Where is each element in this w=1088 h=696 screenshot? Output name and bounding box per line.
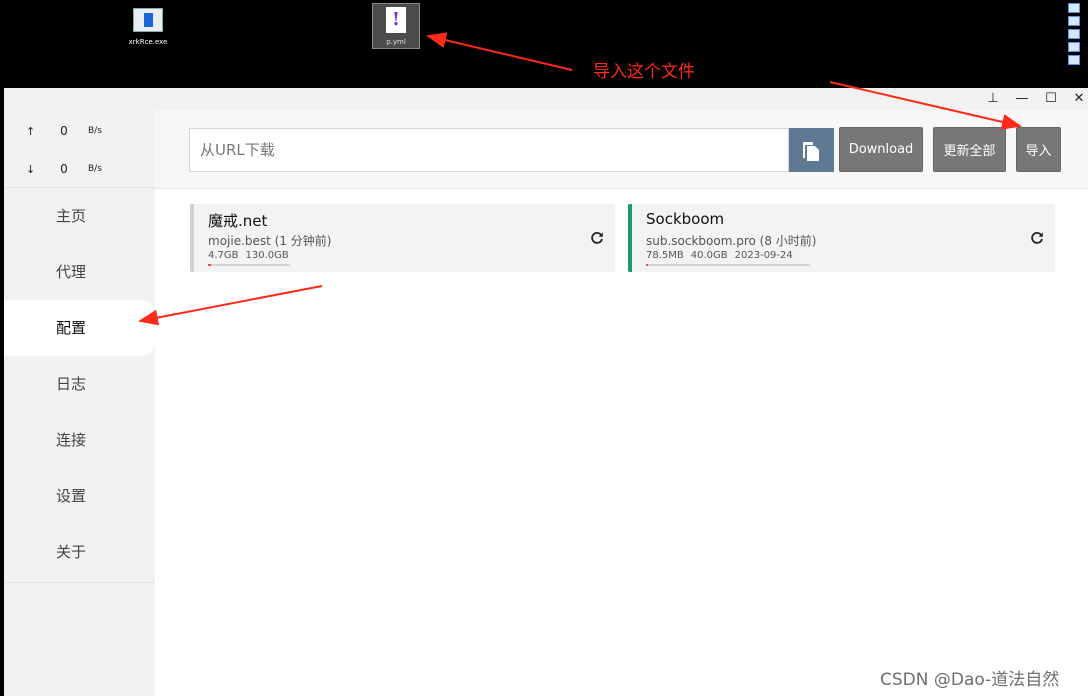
download-value: 0 [60,162,68,176]
taskbar-icons [1062,0,1088,90]
nav-menu: 主页 代理 配置 日志 连接 设置 关于 [4,188,155,580]
nav-item-home[interactable]: 主页 [4,188,155,244]
sidebar: ↑ 0 B/s ↓ 0 B/s 主页 代理 配置 日志 连接 设置 关于 [4,110,155,696]
nav-item-profiles[interactable]: 配置 [4,300,155,356]
profile-used: 78.5MB [646,250,684,261]
nav-item-logs[interactable]: 日志 [4,356,155,412]
exe-file-icon [133,8,163,32]
desktop-background: xrkRce.exe ! p.yml 导入这个文件 [0,0,1088,90]
tray-icon[interactable] [1068,42,1080,52]
pin-icon[interactable]: ⊥ [984,91,1002,107]
nav-item-about[interactable]: 关于 [4,524,155,580]
profile-used: 4.7GB [208,250,239,261]
import-button[interactable]: 导入 [1016,127,1061,172]
usage-bar-fill [208,264,211,266]
profile-expire: 2023-09-24 [734,250,793,261]
app-window: ⊥ — ☐ ✕ ↑ 0 B/s ↓ 0 B/s 主页 代理 配置 日志 连接 设… [4,88,1088,696]
tray-icon[interactable] [1068,55,1080,65]
profile-host: sub.sockboom.pro (8 小时前) [646,234,817,248]
annotation-text: 导入这个文件 [593,62,695,82]
desktop-icon-exe[interactable]: xrkRce.exe [118,8,178,46]
profile-total: 130.0GB [245,250,289,261]
upload-speed: ↑ 0 B/s [26,124,102,138]
profile-usage: 78.5MB 40.0GB 2023-09-24 [646,250,800,261]
nav-item-proxies[interactable]: 代理 [4,244,155,300]
profile-card[interactable]: 魔戒.net mojie.best (1 分钟前) 4.7GB 130.0GB [190,204,615,272]
desktop-icon-label: p.yml [386,38,406,46]
profile-card-selected[interactable]: Sockboom sub.sockboom.pro (8 小时前) 78.5MB… [628,204,1055,272]
desktop-icon-label: xrkRce.exe [128,38,168,46]
usage-bar [208,264,290,266]
nav-item-settings[interactable]: 设置 [4,468,155,524]
tray-icon[interactable] [1068,29,1080,39]
minimize-icon[interactable]: — [1013,91,1031,107]
refresh-icon[interactable] [1029,230,1045,246]
paste-icon [803,142,819,161]
close-icon[interactable]: ✕ [1070,91,1088,107]
paste-button[interactable] [789,128,834,172]
usage-bar-fill [646,264,649,266]
download-arrow-icon: ↓ [26,162,36,176]
usage-bar [646,264,810,266]
download-unit: B/s [88,164,102,174]
tray-icon[interactable] [1068,16,1080,26]
tray-icon[interactable] [1068,3,1080,13]
url-input[interactable] [189,128,789,172]
update-all-button[interactable]: 更新全部 [933,127,1006,172]
profile-host: mojie.best (1 分钟前) [208,234,332,248]
upload-value: 0 [60,124,68,138]
upload-unit: B/s [88,126,102,136]
nav-item-connections[interactable]: 连接 [4,412,155,468]
profile-name: 魔戒.net [208,212,268,230]
traffic-panel: ↑ 0 B/s ↓ 0 B/s [4,110,155,188]
desktop-icon-yml[interactable]: ! p.yml [372,3,420,49]
profiles-page: Download 更新全部 导入 魔戒.net mojie.best (1 分钟… [155,110,1088,696]
maximize-icon[interactable]: ☐ [1042,91,1060,107]
upload-arrow-icon: ↑ [26,124,36,138]
profile-total: 40.0GB [690,250,728,261]
divider [4,582,155,583]
refresh-icon[interactable] [589,230,605,246]
yaml-file-icon: ! [386,7,406,33]
watermark: CSDN @Dao-道法自然 [880,670,1060,690]
profile-name: Sockboom [646,210,725,228]
profile-usage: 4.7GB 130.0GB [208,250,303,261]
title-bar[interactable]: ⊥ — ☐ ✕ [4,88,1088,110]
download-button[interactable]: Download [839,127,923,172]
download-speed: ↓ 0 B/s [26,162,102,176]
